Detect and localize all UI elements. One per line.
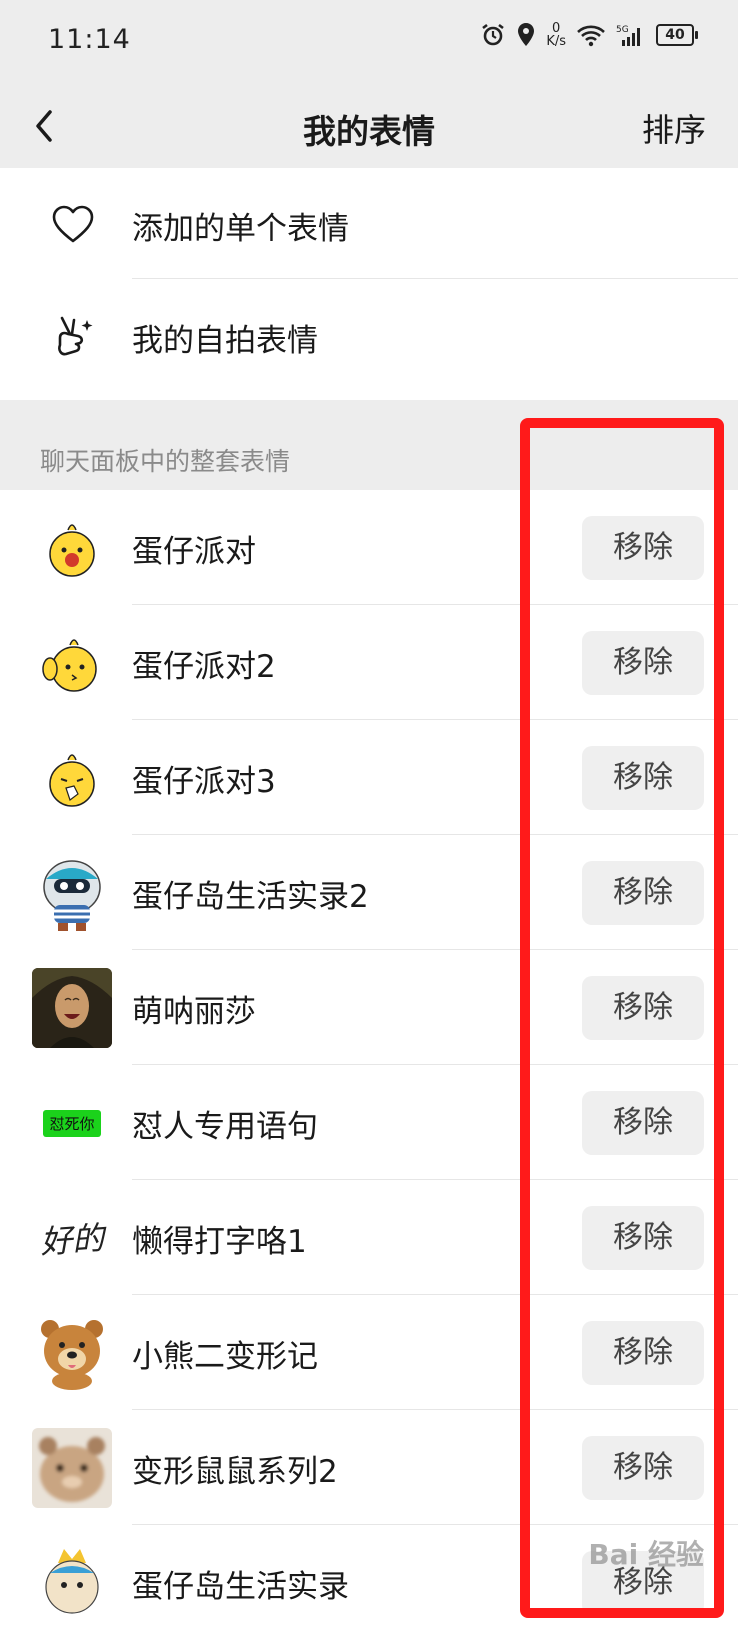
- list-item[interactable]: 蛋仔派对2 移除: [0, 605, 738, 720]
- status-bar: 11:14 0 K/s 5G 40: [0, 0, 738, 84]
- pack-name: 萌呐丽莎: [132, 994, 256, 1030]
- pack-name: 蛋仔派对3: [132, 764, 276, 800]
- bear-face-thumbnail: [32, 1313, 112, 1393]
- list-item[interactable]: 蛋仔岛生活实录2 移除: [0, 835, 738, 950]
- location-icon: [518, 23, 535, 46]
- remove-button[interactable]: 移除: [582, 976, 704, 1040]
- status-time: 11:14: [48, 24, 131, 55]
- thumb-handwriting-text: 好的: [38, 1218, 106, 1262]
- egg-party-chick-thumbnail: [32, 508, 112, 588]
- egg-party-chick-wave-thumbnail: [32, 623, 112, 703]
- laughing-mona-lisa-thumbnail: [32, 968, 112, 1048]
- status-icons: 0 K/s 5G 40: [480, 21, 698, 49]
- pack-name: 蛋仔派对2: [132, 649, 276, 685]
- wifi-icon: [577, 25, 605, 47]
- list-item[interactable]: 蛋仔派对 移除: [0, 490, 738, 605]
- menu-item-single-stickers[interactable]: 添加的单个表情: [0, 168, 738, 283]
- menu-item-label: 添加的单个表情: [132, 211, 349, 247]
- pack-name: 小熊二变形记: [132, 1339, 318, 1375]
- menu-item-selfie-stickers[interactable]: 我的自拍表情: [0, 280, 738, 395]
- section-label: 聊天面板中的整套表情: [40, 447, 291, 476]
- alarm-icon: [482, 23, 505, 46]
- page-title: 我的表情: [303, 112, 435, 151]
- pack-name: 蛋仔派对: [132, 534, 256, 570]
- remove-button[interactable]: 移除: [582, 1206, 704, 1270]
- remove-button[interactable]: 移除: [582, 1321, 704, 1385]
- remove-button[interactable]: 移除: [582, 1436, 704, 1500]
- signal-5g-icon: 5G: [616, 25, 640, 46]
- pack-name: 懒得打字咯1: [132, 1224, 307, 1260]
- sort-button[interactable]: 排序: [642, 105, 706, 151]
- svg-text:5G: 5G: [616, 25, 629, 35]
- list-item[interactable]: 小熊二变形记 移除: [0, 1295, 738, 1410]
- remove-button[interactable]: 移除: [582, 516, 704, 580]
- net-speed: 0 K/s: [546, 21, 566, 49]
- heart-outline-icon: [52, 205, 94, 243]
- list-item[interactable]: 好的 懒得打字咯1 移除: [0, 1180, 738, 1295]
- pack-name: 蛋仔岛生活实录2: [132, 879, 369, 915]
- eggy-character-thumbnail: [32, 1543, 112, 1623]
- handwriting-text-thumbnail: 好的: [32, 1198, 112, 1278]
- sticker-pack-list: 蛋仔派对 移除 蛋仔派对2 移除 蛋仔派对3 移除 蛋仔岛生活实录2 移除 萌呐…: [0, 490, 738, 1640]
- nav-bar: 我的表情 排序: [0, 84, 738, 168]
- pack-name: 蛋仔岛生活实录: [132, 1569, 349, 1605]
- battery-icon: 40: [656, 24, 698, 46]
- remove-button[interactable]: 移除: [582, 631, 704, 695]
- list-item[interactable]: 变形鼠鼠系列2 移除: [0, 1410, 738, 1525]
- menu-item-label: 我的自拍表情: [132, 323, 318, 359]
- remove-button[interactable]: 移除: [582, 861, 704, 925]
- watermark: Bai 经验: [588, 1538, 704, 1571]
- list-item[interactable]: 怼死你 怼人专用语句 移除: [0, 1065, 738, 1180]
- list-item[interactable]: 萌呐丽莎 移除: [0, 950, 738, 1065]
- eggy-astronaut-thumbnail: [32, 853, 112, 933]
- remove-button[interactable]: 移除: [582, 746, 704, 810]
- divider: [132, 278, 738, 279]
- egg-party-chick-tissue-thumbnail: [32, 738, 112, 818]
- remove-button[interactable]: 移除: [582, 1091, 704, 1155]
- section-header: 聊天面板中的整套表情: [0, 400, 738, 490]
- thumb-badge-text: 怼死你: [43, 1109, 101, 1137]
- blurry-hamster-thumbnail: [32, 1428, 112, 1508]
- pack-name: 怼人专用语句: [132, 1109, 318, 1145]
- victory-hand-icon: [58, 316, 93, 356]
- green-text-badge-thumbnail: 怼死你: [32, 1083, 112, 1163]
- pack-name: 变形鼠鼠系列2: [132, 1454, 338, 1490]
- list-item[interactable]: 蛋仔派对3 移除: [0, 720, 738, 835]
